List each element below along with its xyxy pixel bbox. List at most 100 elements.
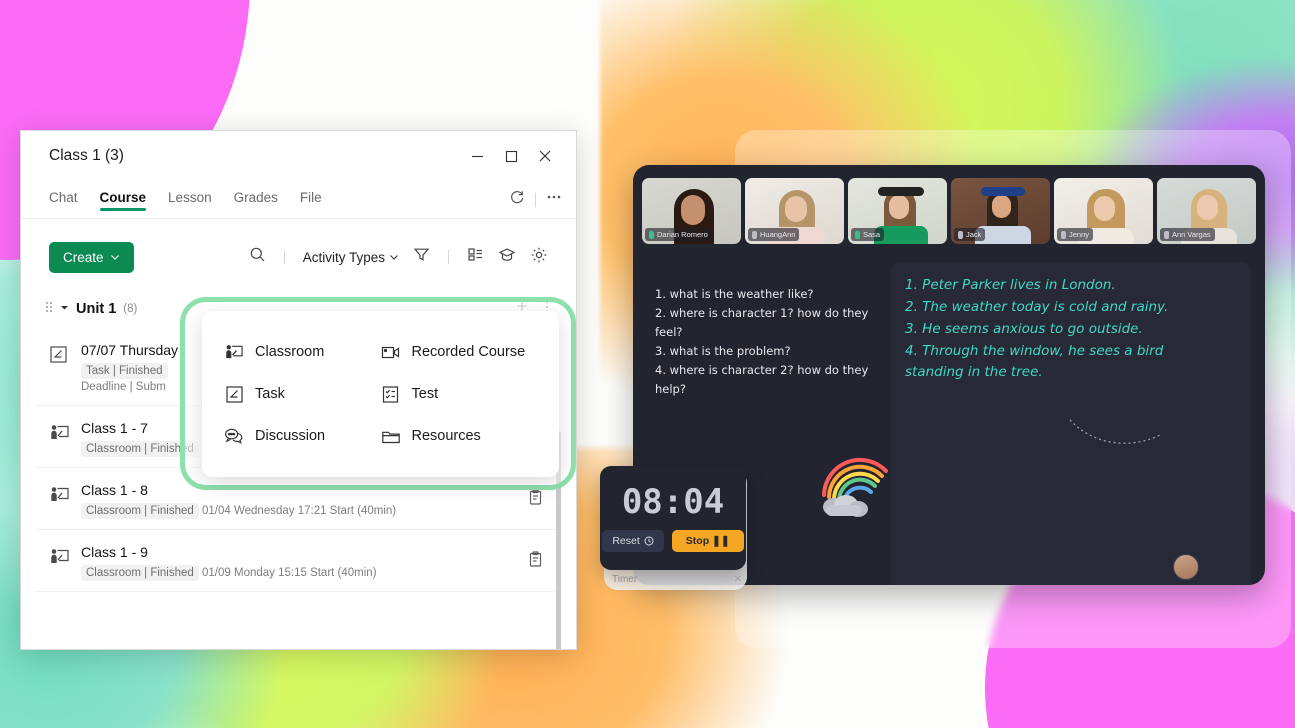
participant-tile[interactable]: Ann Vargas	[1157, 178, 1256, 244]
checklist-icon	[381, 384, 401, 404]
status-badge: Classroom | Finished	[81, 503, 199, 519]
search-icon[interactable]	[249, 246, 266, 268]
question-line: 2. where is character 1? how do they	[655, 305, 869, 320]
participant-name: HuangAnn	[760, 230, 796, 239]
drag-handle-icon[interactable]	[45, 301, 53, 316]
maximize-icon[interactable]	[494, 142, 528, 170]
toolbar-actions: Activity Types	[249, 246, 548, 269]
refresh-icon[interactable]	[509, 189, 525, 210]
caret-down-icon[interactable]	[60, 303, 69, 314]
participant-tile[interactable]: HuangAnn	[745, 178, 844, 244]
reset-button[interactable]: Reset	[602, 530, 664, 552]
whiteboard-content[interactable]: 1. Peter Parker lives in London. 2. The …	[891, 262, 1251, 384]
tab-file[interactable]: File	[300, 190, 322, 210]
menu-item-classroom[interactable]: Classroom	[224, 331, 381, 373]
tab-grades[interactable]: Grades	[234, 190, 278, 210]
row-content: Class 1 - 9 Classroom | Finished 01/09 M…	[81, 544, 527, 581]
close-icon[interactable]	[528, 142, 562, 170]
create-button[interactable]: Create	[49, 241, 134, 273]
whiteboard-line: 1. Peter Parker lives in London.	[905, 277, 1116, 293]
timer-controls: Reset Stop ❚❚	[600, 530, 746, 552]
whiteboard-line: 3. He seems anxious to go outside.	[905, 320, 1143, 337]
tabbar-actions	[509, 189, 562, 210]
stop-button[interactable]: Stop ❚❚	[671, 530, 744, 552]
tab-chat[interactable]: Chat	[49, 190, 78, 210]
divider	[283, 250, 285, 264]
menu-item-recorded-course[interactable]: Recorded Course	[381, 331, 538, 373]
filter-icon[interactable]	[413, 246, 430, 268]
unit-title: Unit 1	[76, 300, 117, 317]
status-badge: Classroom | Finished	[81, 565, 199, 581]
activity-types-label: Activity Types	[302, 249, 385, 265]
activity-types-dropdown[interactable]: Activity Types	[303, 250, 399, 265]
participant-name-badge: Jack	[954, 228, 986, 241]
menu-item-label: Task	[255, 386, 285, 402]
whiteboard-line: 4. Through the window, he sees a bird	[905, 342, 1164, 359]
chat-bubble-icon	[224, 426, 244, 446]
timer-caption: Timer	[612, 574, 638, 585]
window-titlebar: Class 1 (3)	[21, 131, 576, 181]
stop-button-label: Stop	[685, 535, 710, 547]
menu-item-resources[interactable]: Resources	[381, 415, 538, 457]
participant-name-badge: Sasa	[851, 228, 885, 241]
menu-item-label: Test	[411, 386, 439, 402]
participant-filmstrip: Darian Romero HuangAnn Sasa Jack Jenny A…	[633, 165, 1265, 244]
row-meta-text: 01/09 Monday 15:15 Start (40min)	[202, 567, 377, 579]
mic-icon	[855, 230, 860, 239]
menu-item-label: Discussion	[255, 428, 326, 444]
more-icon[interactable]	[546, 189, 562, 210]
divider	[535, 192, 536, 207]
video-camera-icon	[381, 342, 401, 362]
participant-name-badge: Jenny	[1057, 228, 1094, 241]
participant-name: Jenny	[1069, 230, 1090, 239]
clipboard-icon[interactable]	[527, 488, 552, 511]
participant-name-badge: Ann Vargas	[1160, 228, 1215, 241]
list-view-icon[interactable]	[467, 246, 484, 268]
status-badge: Task | Finished	[81, 363, 168, 379]
questions-area: 1. what is the weather like? 2. where is…	[655, 285, 875, 399]
menu-item-test[interactable]: Test	[381, 373, 538, 415]
classroom-icon	[49, 482, 81, 517]
clock-icon	[644, 536, 654, 546]
timer-value: 08:04	[621, 482, 725, 522]
main-tabbar: Chat Course Lesson Grades File	[21, 181, 576, 219]
tab-lesson[interactable]: Lesson	[168, 190, 212, 210]
mic-icon	[958, 230, 963, 239]
window-title: Class 1 (3)	[49, 147, 124, 164]
menu-item-discussion[interactable]: Discussion	[224, 415, 381, 457]
row-meta: Classroom | Finished 01/04 Wednesday 17:…	[81, 503, 527, 519]
minimize-icon[interactable]	[460, 142, 494, 170]
participant-tile[interactable]: Darian Romero	[642, 178, 741, 244]
pause-icon: ❚❚	[712, 535, 730, 547]
mic-icon	[649, 230, 654, 239]
row-meta-text: 01/04 Wednesday 17:21 Start (40min)	[202, 505, 397, 517]
unit-count: (8)	[123, 302, 138, 315]
rainbow-cloud-sticker	[818, 455, 896, 530]
question-line: 1. what is the weather like?	[655, 287, 814, 301]
participant-tile[interactable]: Jack	[951, 178, 1050, 244]
table-row[interactable]: Class 1 - 9 Classroom | Finished 01/09 M…	[35, 530, 562, 592]
clipboard-icon[interactable]	[527, 550, 552, 573]
participant-name-badge: Darian Romero	[645, 228, 712, 241]
divider	[448, 250, 449, 264]
tab-course[interactable]: Course	[99, 190, 146, 211]
graduation-cap-icon[interactable]	[498, 246, 516, 269]
row-title: Class 1 - 9	[81, 544, 148, 560]
participant-tile[interactable]: Sasa	[848, 178, 947, 244]
participant-tile[interactable]: Jenny	[1054, 178, 1153, 244]
create-dropdown-menu: Classroom Recorded Course Task Test Disc…	[202, 311, 559, 477]
timer-widget: 08:04 Reset Stop ❚❚	[600, 466, 746, 570]
menu-item-task[interactable]: Task	[224, 373, 381, 415]
question-line: feel?	[655, 324, 683, 339]
question-line: 4. where is character 2? how do they	[655, 362, 869, 377]
gear-icon[interactable]	[530, 246, 548, 269]
mic-icon	[752, 230, 757, 239]
reset-button-label: Reset	[612, 535, 640, 547]
menu-item-label: Resources	[411, 428, 481, 444]
dotted-arrow	[1069, 419, 1163, 444]
participant-name-badge: HuangAnn	[748, 228, 800, 241]
folder-icon	[381, 426, 401, 446]
chevron-down-icon	[110, 255, 119, 260]
close-icon[interactable]: ✕	[734, 574, 742, 585]
question-line: help?	[655, 381, 686, 396]
